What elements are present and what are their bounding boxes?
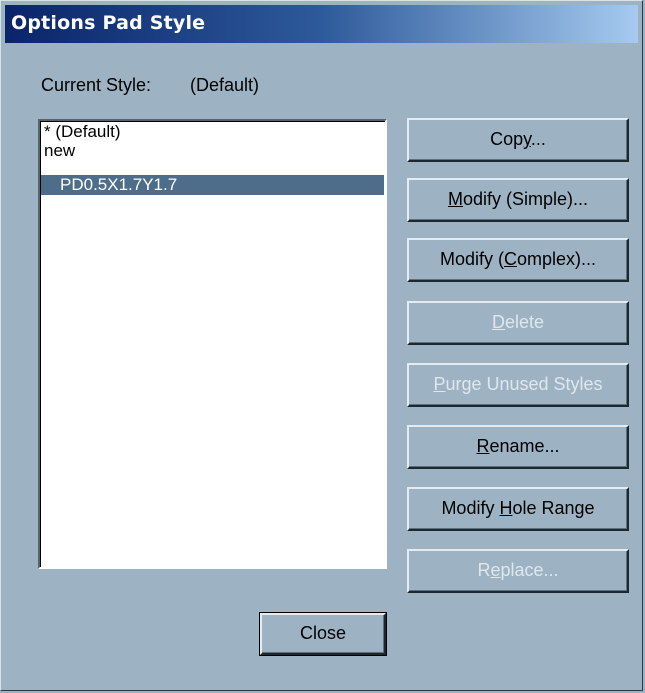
current-style-label: Current Style: [41,75,152,95]
purge-unused-styles-button[interactable]: Purge Unused Styles [407,363,629,407]
list-item-new[interactable]: new [41,141,384,161]
list-item-label: new [44,141,76,160]
modify-complex-button[interactable]: Modify (Complex)... [407,238,629,282]
current-style-row: Current Style: (Default) [41,75,259,96]
delete-button[interactable]: Delete [407,301,629,345]
replace-button[interactable]: Replace... [407,549,629,593]
styles-listbox[interactable]: * (Default) new PD0.5X1.7Y1.7 [38,119,387,569]
title-bar[interactable]: Options Pad Style [5,5,638,43]
copy-button[interactable]: Copy... [407,118,629,162]
list-item-pd05x17y17[interactable]: PD0.5X1.7Y1.7 [41,175,384,195]
options-pad-style-dialog: Options Pad Style Current Style: (Defaul… [0,0,643,691]
close-button[interactable]: Close [260,613,386,655]
list-item-default[interactable]: * (Default) [41,122,384,142]
list-item-label: * (Default) [44,122,121,141]
close-button-label: Close [299,623,347,643]
window-title: Options Pad Style [11,12,206,34]
current-style-value: (Default) [190,75,260,95]
list-item-label: PD0.5X1.7Y1.7 [60,175,178,194]
modify-simple-button[interactable]: Modify (Simple)... [407,178,629,222]
modify-hole-range-button[interactable]: Modify Hole Range [407,487,629,531]
rename-button[interactable]: Rename... [407,425,629,469]
